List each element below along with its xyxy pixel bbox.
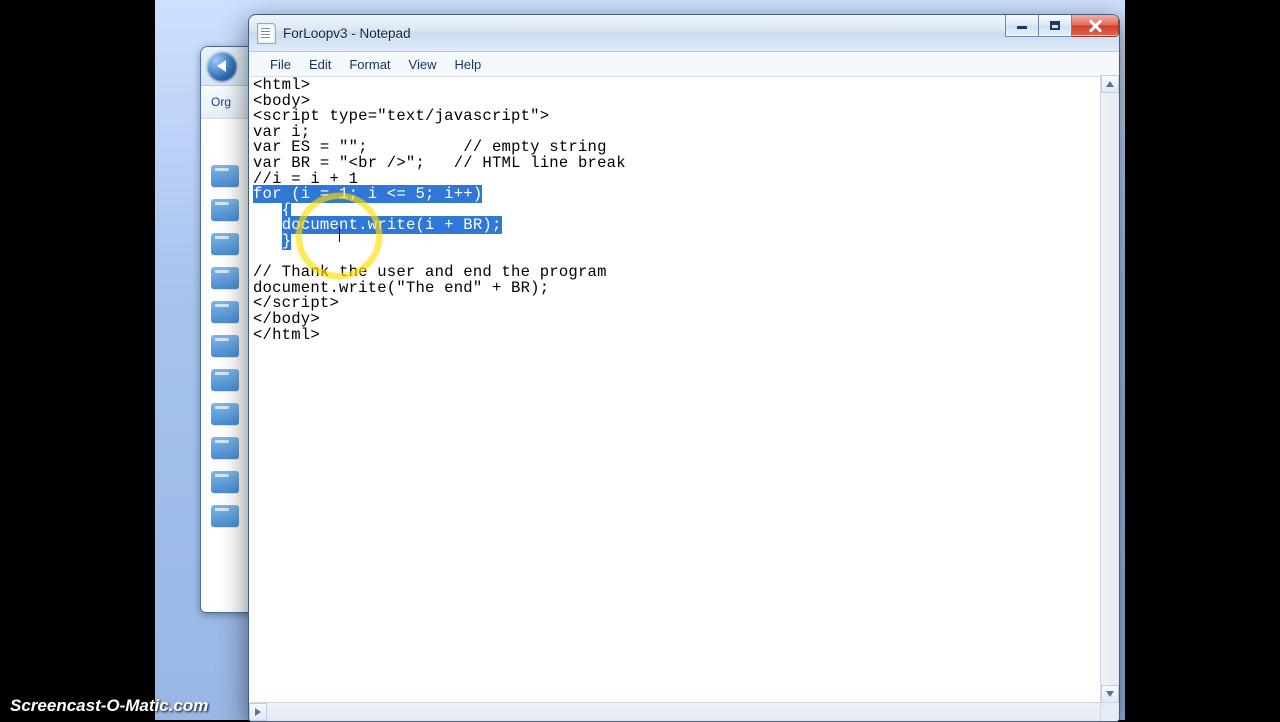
minimize-icon xyxy=(1017,26,1027,29)
folder-icon[interactable] xyxy=(211,233,239,255)
window-title: ForLoopv3 - Notepad xyxy=(283,26,411,41)
code-comment: // HTML line break xyxy=(425,154,626,172)
titlebar[interactable]: ForLoopv3 - Notepad xyxy=(249,15,1119,52)
code-indent xyxy=(253,232,282,250)
chevron-up-icon xyxy=(1106,81,1114,87)
scroll-down-button[interactable] xyxy=(1101,685,1119,703)
chevron-down-icon xyxy=(1106,691,1114,697)
folder-icon[interactable] xyxy=(211,369,239,391)
folder-icon[interactable] xyxy=(211,335,239,357)
folder-icon[interactable] xyxy=(211,471,239,493)
maximize-button[interactable] xyxy=(1039,15,1072,37)
scroll-right-button[interactable] xyxy=(249,703,267,721)
folder-icon[interactable] xyxy=(211,301,239,323)
vertical-scrollbar[interactable] xyxy=(1100,75,1119,703)
code-line-selected: document.write(i + BR); xyxy=(282,216,502,234)
folder-icon[interactable] xyxy=(211,437,239,459)
menu-view[interactable]: View xyxy=(400,54,446,75)
menu-help[interactable]: Help xyxy=(445,54,490,75)
horizontal-scrollbar[interactable] xyxy=(249,702,1101,721)
notepad-window: ForLoopv3 - Notepad File Edit Format Vie… xyxy=(248,14,1120,722)
menu-edit[interactable]: Edit xyxy=(300,54,340,75)
code-line: </html> xyxy=(253,326,320,344)
text-area[interactable]: <html> <body> <script type="text/javascr… xyxy=(249,77,1101,705)
menubar: File Edit Format View Help xyxy=(249,52,1119,77)
minimize-button[interactable] xyxy=(1005,15,1039,37)
text-caret xyxy=(339,227,340,242)
scroll-corner xyxy=(1100,702,1119,721)
notepad-icon xyxy=(257,23,276,44)
code-line-selected: } xyxy=(282,232,292,250)
close-icon xyxy=(1088,19,1102,33)
menu-file[interactable]: File xyxy=(261,54,300,75)
watermark: Screencast-O-Matic.com xyxy=(10,697,208,714)
chevron-right-icon xyxy=(255,708,261,716)
folder-icon[interactable] xyxy=(211,505,239,527)
folder-icon[interactable] xyxy=(211,403,239,425)
menu-format[interactable]: Format xyxy=(340,54,399,75)
explorer-sidebar xyxy=(201,119,250,613)
folder-icon[interactable] xyxy=(211,199,239,221)
maximize-icon xyxy=(1050,21,1060,30)
close-button[interactable] xyxy=(1072,15,1119,37)
explorer-toolbar-label: Org xyxy=(211,95,231,109)
back-icon[interactable] xyxy=(207,51,237,81)
folder-icon[interactable] xyxy=(211,267,239,289)
scroll-up-button[interactable] xyxy=(1101,75,1119,93)
folder-icon[interactable] xyxy=(211,165,239,187)
